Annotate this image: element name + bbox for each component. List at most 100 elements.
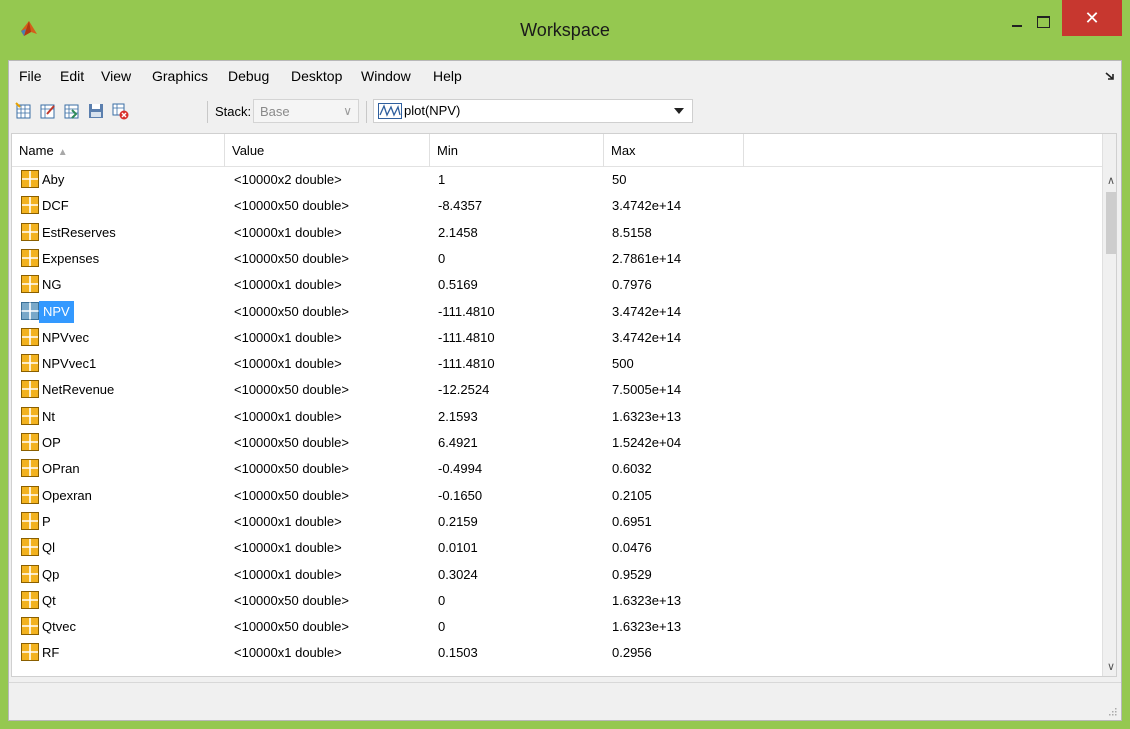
variable-min: -8.4357 xyxy=(438,198,483,214)
menu-help[interactable]: Help xyxy=(433,68,462,84)
variable-value: <10000x50 double> xyxy=(234,303,349,319)
matrix-variable-icon xyxy=(21,354,39,373)
table-row[interactable]: OPran <10000x50 double> -0.4994 0.6032 xyxy=(12,456,1102,482)
column-header-name[interactable]: Name ▲ xyxy=(12,134,225,167)
toolbar: Stack: Base ∨ plot(NPV) xyxy=(9,93,1121,129)
variable-min: 0.5169 xyxy=(438,277,478,293)
variable-max: 0.7976 xyxy=(612,277,652,293)
plot-dropdown-value: plot(NPV) xyxy=(404,103,461,118)
menu-desktop[interactable]: Desktop xyxy=(291,68,342,84)
variable-value: <10000x50 double> xyxy=(234,619,349,635)
column-header-label: Min xyxy=(437,143,458,158)
table-row[interactable]: EstReserves <10000x1 double> 2.1458 8.5158 xyxy=(12,220,1102,246)
variable-value: <10000x1 double> xyxy=(234,566,342,582)
new-variable-icon[interactable] xyxy=(15,102,33,120)
variable-name: DCF xyxy=(42,198,69,214)
table-row[interactable]: Expenses <10000x50 double> 0 2.7861e+14 xyxy=(12,246,1102,272)
variable-max: 3.4742e+14 xyxy=(612,198,682,214)
variable-name: Expenses xyxy=(42,250,100,266)
table-row[interactable]: Qp <10000x1 double> 0.3024 0.9529 xyxy=(12,562,1102,588)
table-row[interactable]: RF <10000x1 double> 0.1503 0.2956 xyxy=(12,640,1102,666)
close-button[interactable]: ✕ xyxy=(1062,0,1122,36)
stack-dropdown[interactable]: Base ∨ xyxy=(253,99,359,123)
matrix-variable-icon xyxy=(21,617,39,636)
matrix-variable-icon xyxy=(21,564,39,583)
scroll-up-icon[interactable]: ∧ xyxy=(1103,174,1116,190)
table-row[interactable]: DCF <10000x50 double> -8.4357 3.4742e+14 xyxy=(12,193,1102,219)
table-row[interactable]: Nt <10000x1 double> 2.1593 1.6323e+13 xyxy=(12,404,1102,430)
title-bar[interactable]: Workspace ✕ xyxy=(0,0,1130,60)
plot-wave-icon xyxy=(378,103,402,119)
matrix-variable-icon xyxy=(21,590,39,609)
column-header-value[interactable]: Value xyxy=(225,134,430,167)
variable-value: <10000x1 double> xyxy=(234,356,342,372)
menu-graphics[interactable]: Graphics xyxy=(152,68,208,84)
matrix-variable-icon xyxy=(21,538,39,557)
variable-max: 3.4742e+14 xyxy=(612,303,682,319)
menu-window[interactable]: Window xyxy=(361,68,411,84)
matrix-variable-icon xyxy=(21,433,39,451)
maximize-button[interactable] xyxy=(1030,10,1056,34)
scroll-down-icon[interactable]: ∨ xyxy=(1103,660,1116,676)
variable-value: <10000x1 double> xyxy=(234,513,342,529)
plot-dropdown[interactable]: plot(NPV) xyxy=(373,99,693,123)
table-row[interactable]: NG <10000x1 double> 0.5169 0.7976 xyxy=(12,272,1102,298)
variable-name: Nt xyxy=(42,408,55,424)
variable-min: 0.2159 xyxy=(438,513,478,529)
variable-max: 1.6323e+13 xyxy=(612,408,682,424)
variable-value: <10000x50 double> xyxy=(234,198,349,214)
variable-value: <10000x1 double> xyxy=(234,540,342,556)
resize-grip-icon[interactable] xyxy=(1107,706,1117,716)
column-header-max[interactable]: Max xyxy=(604,134,744,167)
toolbar-separator xyxy=(207,101,208,123)
minimize-button[interactable] xyxy=(1006,10,1030,34)
variable-value: <10000x1 double> xyxy=(234,224,342,240)
table-row[interactable]: Qt <10000x50 double> 0 1.6323e+13 xyxy=(12,588,1102,614)
window-title: Workspace xyxy=(520,20,610,40)
menu-view[interactable]: View xyxy=(101,68,131,84)
chevron-down-icon: ∨ xyxy=(343,104,352,118)
import-data-icon[interactable] xyxy=(63,102,81,120)
menu-edit[interactable]: Edit xyxy=(60,68,84,84)
variable-value: <10000x50 double> xyxy=(234,592,349,608)
status-bar xyxy=(9,682,1121,720)
scrollbar-thumb[interactable] xyxy=(1106,192,1116,254)
column-header-min[interactable]: Min xyxy=(430,134,604,167)
save-workspace-icon[interactable] xyxy=(87,102,105,120)
variable-name: RF xyxy=(42,645,60,661)
open-selection-icon[interactable] xyxy=(39,102,57,120)
table-row[interactable]: Opexran <10000x50 double> -0.1650 0.2105 xyxy=(12,483,1102,509)
table-row[interactable]: NPVvec1 <10000x1 double> -111.4810 500 xyxy=(12,351,1102,377)
table-row[interactable]: Aby <10000x2 double> 1 50 xyxy=(12,167,1102,193)
workspace-panel: File Edit View Graphics Debug Desktop Wi… xyxy=(8,60,1122,721)
table-row[interactable]: NetRevenue <10000x50 double> -12.2524 7.500… xyxy=(12,377,1102,403)
variable-max: 0.6951 xyxy=(612,513,652,529)
dock-arrow-icon[interactable] xyxy=(1105,71,1115,81)
matrix-variable-icon xyxy=(21,170,39,188)
table-row[interactable]: P <10000x1 double> 0.2159 0.6951 xyxy=(12,509,1102,535)
variable-value: <10000x1 double> xyxy=(234,277,342,293)
variable-min: -111.4810 xyxy=(438,303,495,319)
variable-min: 1 xyxy=(438,172,446,187)
variable-name: NPVvec xyxy=(42,329,89,345)
matrix-variable-icon xyxy=(21,459,39,478)
variable-value: <10000x50 double> xyxy=(234,250,349,266)
variable-value: <10000x1 double> xyxy=(234,408,342,424)
vertical-scrollbar[interactable]: ∧ ∨ xyxy=(1102,134,1116,676)
variable-name: NetRevenue xyxy=(42,382,115,398)
variable-max: 0.0476 xyxy=(612,540,652,556)
matrix-variable-icon xyxy=(21,643,39,662)
table-row[interactable]: Ql <10000x1 double> 0.0101 0.0476 xyxy=(12,535,1102,561)
variable-min: -0.4994 xyxy=(438,461,483,477)
variable-max: 50 xyxy=(612,172,627,187)
table-row[interactable]: Qtvec <10000x50 double> 0 1.6323e+13 xyxy=(12,614,1102,640)
table-row[interactable]: NPVvec <10000x1 double> -111.4810 3.4742e+1… xyxy=(12,325,1102,351)
menu-file[interactable]: File xyxy=(19,68,42,84)
variable-value: <10000x50 double> xyxy=(234,487,349,503)
table-row[interactable]: NPV <10000x50 double> -111.4810 3.4742e+14 xyxy=(12,299,1102,325)
table-row[interactable]: OP <10000x50 double> 6.4921 1.5242e+04 xyxy=(12,430,1102,456)
delete-variable-icon[interactable] xyxy=(111,102,129,120)
menu-debug[interactable]: Debug xyxy=(228,68,269,84)
column-header-label: Value xyxy=(232,143,265,158)
stack-dropdown-value: Base xyxy=(260,104,290,119)
